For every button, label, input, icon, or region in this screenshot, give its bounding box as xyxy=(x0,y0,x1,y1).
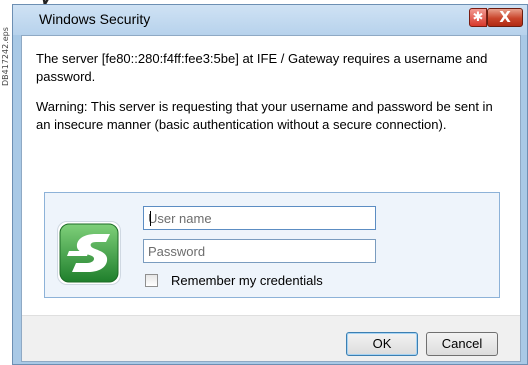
password-input[interactable] xyxy=(143,239,376,263)
title-bar[interactable]: Windows Security ✱ X xyxy=(13,5,527,35)
side-document-code: DB417242.eps xyxy=(1,27,10,86)
username-input[interactable] xyxy=(143,206,376,230)
button-bar: OK Cancel xyxy=(22,315,520,361)
close-button[interactable]: X xyxy=(487,8,523,27)
close-icon: X xyxy=(499,8,511,26)
dialog-content: The server [fe80::280:f4ff:fee3:5be] at … xyxy=(21,35,521,362)
close-accent-icon[interactable]: ✱ xyxy=(469,8,487,27)
ok-button[interactable]: OK xyxy=(346,332,418,356)
remember-label[interactable]: Remember my credentials xyxy=(171,273,323,288)
remember-checkbox[interactable] xyxy=(145,274,158,287)
windows-security-dialog: Windows Security ✱ X The server [fe80::2… xyxy=(12,4,528,365)
credential-panel: Remember my credentials xyxy=(44,192,500,298)
schneider-logo-icon xyxy=(57,221,121,285)
insecure-warning: Warning: This server is requesting that … xyxy=(36,99,493,132)
text-caret xyxy=(150,211,151,226)
dialog-title: Windows Security xyxy=(39,11,151,27)
cancel-button[interactable]: Cancel xyxy=(426,332,498,356)
server-message: The server [fe80::280:f4ff:fee3:5be] at … xyxy=(36,51,488,84)
